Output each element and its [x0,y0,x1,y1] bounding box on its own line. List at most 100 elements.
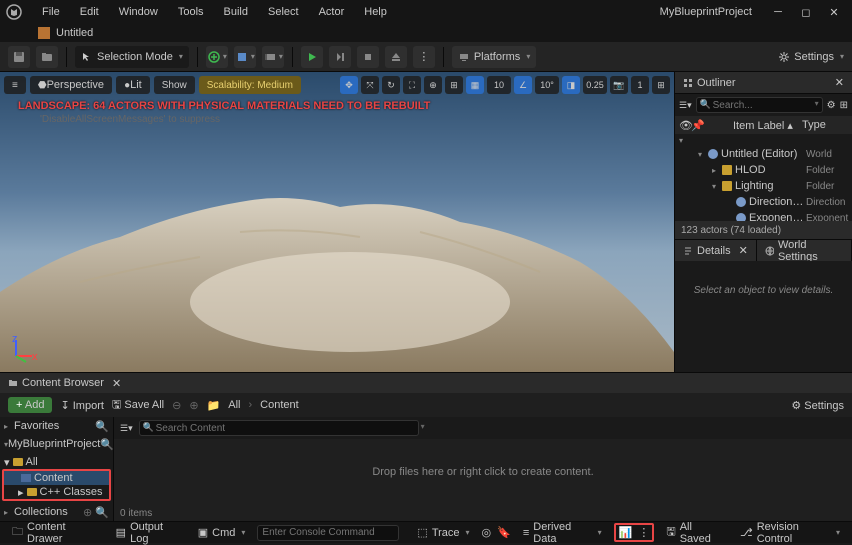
outliner-settings-icon[interactable]: ⚙ [827,100,836,111]
menu-actor[interactable]: Actor [309,0,355,24]
tree-cpp[interactable]: ▸C++ Classes [4,485,109,499]
window-close-icon[interactable]: ✕ [820,2,848,22]
coord-space-icon[interactable]: ⊕ [424,76,442,94]
sequence-dropdown[interactable]: ▾ [262,46,284,68]
play-button[interactable] [301,46,323,68]
window-minimize-icon[interactable]: ─ [764,2,792,22]
selection-mode-dropdown[interactable]: Selection Mode▾ [75,46,189,68]
filter-icon[interactable]: ☰▾ [120,423,133,434]
browse-button[interactable] [36,46,58,68]
perspective-dropdown[interactable]: ⬣ Perspective [30,76,112,94]
document-title: Untitled [56,27,93,39]
grid-snap-toggle[interactable]: ▦ [466,76,484,94]
favorites-section[interactable]: ▸Favorites🔍 [0,417,113,435]
menu-edit[interactable]: Edit [70,0,109,24]
menu-help[interactable]: Help [354,0,397,24]
play-options[interactable]: ⋮ [413,46,435,68]
search-icon: 🔍 [700,99,711,110]
document-titlebar: Untitled [0,24,852,42]
tree-row[interactable]: ▸HLODFolder [675,162,852,178]
level-icon [38,27,50,39]
breadcrumb-all[interactable]: All [228,399,240,411]
viewport-warning: LANDSCAPE: 64 ACTORS WITH PHYSICAL MATER… [18,100,430,112]
details-tab[interactable]: Details ✕ [675,240,757,261]
outliner-tab[interactable]: Outliner ✕ [675,72,852,94]
project-name: MyBlueprintProject [648,6,764,18]
highlighted-tree-section: Content ▸C++ Classes [2,469,111,501]
menu-select[interactable]: Select [258,0,309,24]
menu-file[interactable]: File [32,0,70,24]
stop-button[interactable] [357,46,379,68]
ue-logo-icon [4,2,24,22]
content-search-input[interactable] [139,420,419,436]
outliner-search-input[interactable] [696,97,823,113]
window-maximize-icon[interactable]: ◻ [792,2,820,22]
surface-snap-icon[interactable]: ⊞ [445,76,463,94]
globe-icon [765,246,774,256]
add-content-dropdown[interactable]: ▾ [206,46,228,68]
camera-speed-icon[interactable]: 📷 [610,76,628,94]
menu-build[interactable]: Build [214,0,258,24]
save-button[interactable] [8,46,30,68]
close-icon[interactable]: ✕ [835,76,844,89]
viewport-menu-button[interactable]: ≡ [4,76,26,94]
transform-move-icon[interactable]: ⤧ [361,76,379,94]
menu-tools[interactable]: Tools [168,0,214,24]
outliner-view-icon[interactable]: ⊞ [840,100,848,111]
import-button[interactable]: ↧ Import [60,399,103,412]
viewport[interactable]: ≡ ⬣ Perspective ● Lit Show Scalability: … [0,72,674,372]
scalability-dropdown[interactable]: Scalability: Medium [199,76,301,94]
transform-scale-icon[interactable]: ⛶ [403,76,421,94]
menu-window[interactable]: Window [109,0,168,24]
transform-select-icon[interactable]: ✥ [340,76,358,94]
tree-row[interactable]: ▾LightingFolder [675,178,852,194]
content-drop-area[interactable]: Drop files here or right click to create… [114,439,852,505]
close-icon[interactable]: ✕ [112,377,121,390]
skip-button[interactable] [329,46,351,68]
content-browser: Content Browser ✕ + Add ↧ Import 🖫 Save … [0,372,852,521]
source-tree: ▾All Content ▸C++ Classes [0,453,113,503]
cb-settings-button[interactable]: ⚙ Settings [791,399,844,412]
project-section[interactable]: ▾MyBlueprintProject🔍 [0,435,113,453]
tree-all[interactable]: ▾All [2,455,111,469]
grid-snap-value[interactable]: 10 [487,76,511,94]
scale-snap-toggle[interactable]: ◨ [562,76,580,94]
viewport-warning-sub: 'DisableAllScreenMessages' to suppress [40,114,220,125]
tree-row[interactable]: ExponentialHeExponent [675,210,852,221]
maximize-viewport-icon[interactable]: ⊞ [652,76,670,94]
status-bar: 🗀 Content Drawer ▤ Output Log ▣ Cmd ▾ ⬚ … [0,521,852,543]
axis-gizmo-icon: x z [8,334,38,364]
blueprint-dropdown[interactable]: ▾ [234,46,256,68]
collections-section[interactable]: ▸Collections⊕ 🔍 [0,503,113,521]
save-all-button[interactable]: 🖫 Save All [112,396,164,415]
settings-dropdown[interactable]: Settings▾ [778,51,844,63]
content-item-count: 0 items [114,505,852,521]
eject-button[interactable] [385,46,407,68]
angle-snap-toggle[interactable]: ∠ [514,76,532,94]
outliner-header: 👁📌 Item Label ▴ Type [675,116,852,134]
history-back-icon[interactable]: ⊖ [172,399,181,412]
terrain-preview [0,172,674,372]
details-placeholder: Select an object to view details. [675,261,852,372]
world-settings-tab[interactable]: World Settings [757,240,852,261]
transform-rotate-icon[interactable]: ↻ [382,76,400,94]
svg-text:x: x [32,351,38,363]
scale-snap-value[interactable]: 0.25 [583,76,607,94]
camera-speed-value[interactable]: 1 [631,76,649,94]
search-icon: 🔍 [143,422,154,433]
content-browser-tab[interactable]: Content Browser [22,377,104,389]
angle-snap-value[interactable]: 10° [535,76,559,94]
breadcrumb-content[interactable]: Content [260,399,299,411]
tree-row[interactable]: DirectionalLigDirection [675,194,852,210]
breadcrumb-folder-icon: 📁 [207,399,221,412]
filter-icon[interactable]: ☰▾ [679,100,692,111]
show-dropdown[interactable]: Show [154,76,195,94]
tree-content[interactable]: Content [4,471,109,485]
tree-row[interactable]: ▾Untitled (Editor)World [675,146,852,162]
main-toolbar: Selection Mode▾ ▾ ▾ ▾ ⋮ Platforms▾ Setti… [0,42,852,72]
history-fwd-icon[interactable]: ⊕ [189,399,198,412]
lit-dropdown[interactable]: ● Lit [116,76,150,94]
platforms-dropdown[interactable]: Platforms▾ [452,46,536,68]
add-button[interactable]: + Add [8,397,52,413]
close-icon[interactable]: ✕ [739,244,748,257]
